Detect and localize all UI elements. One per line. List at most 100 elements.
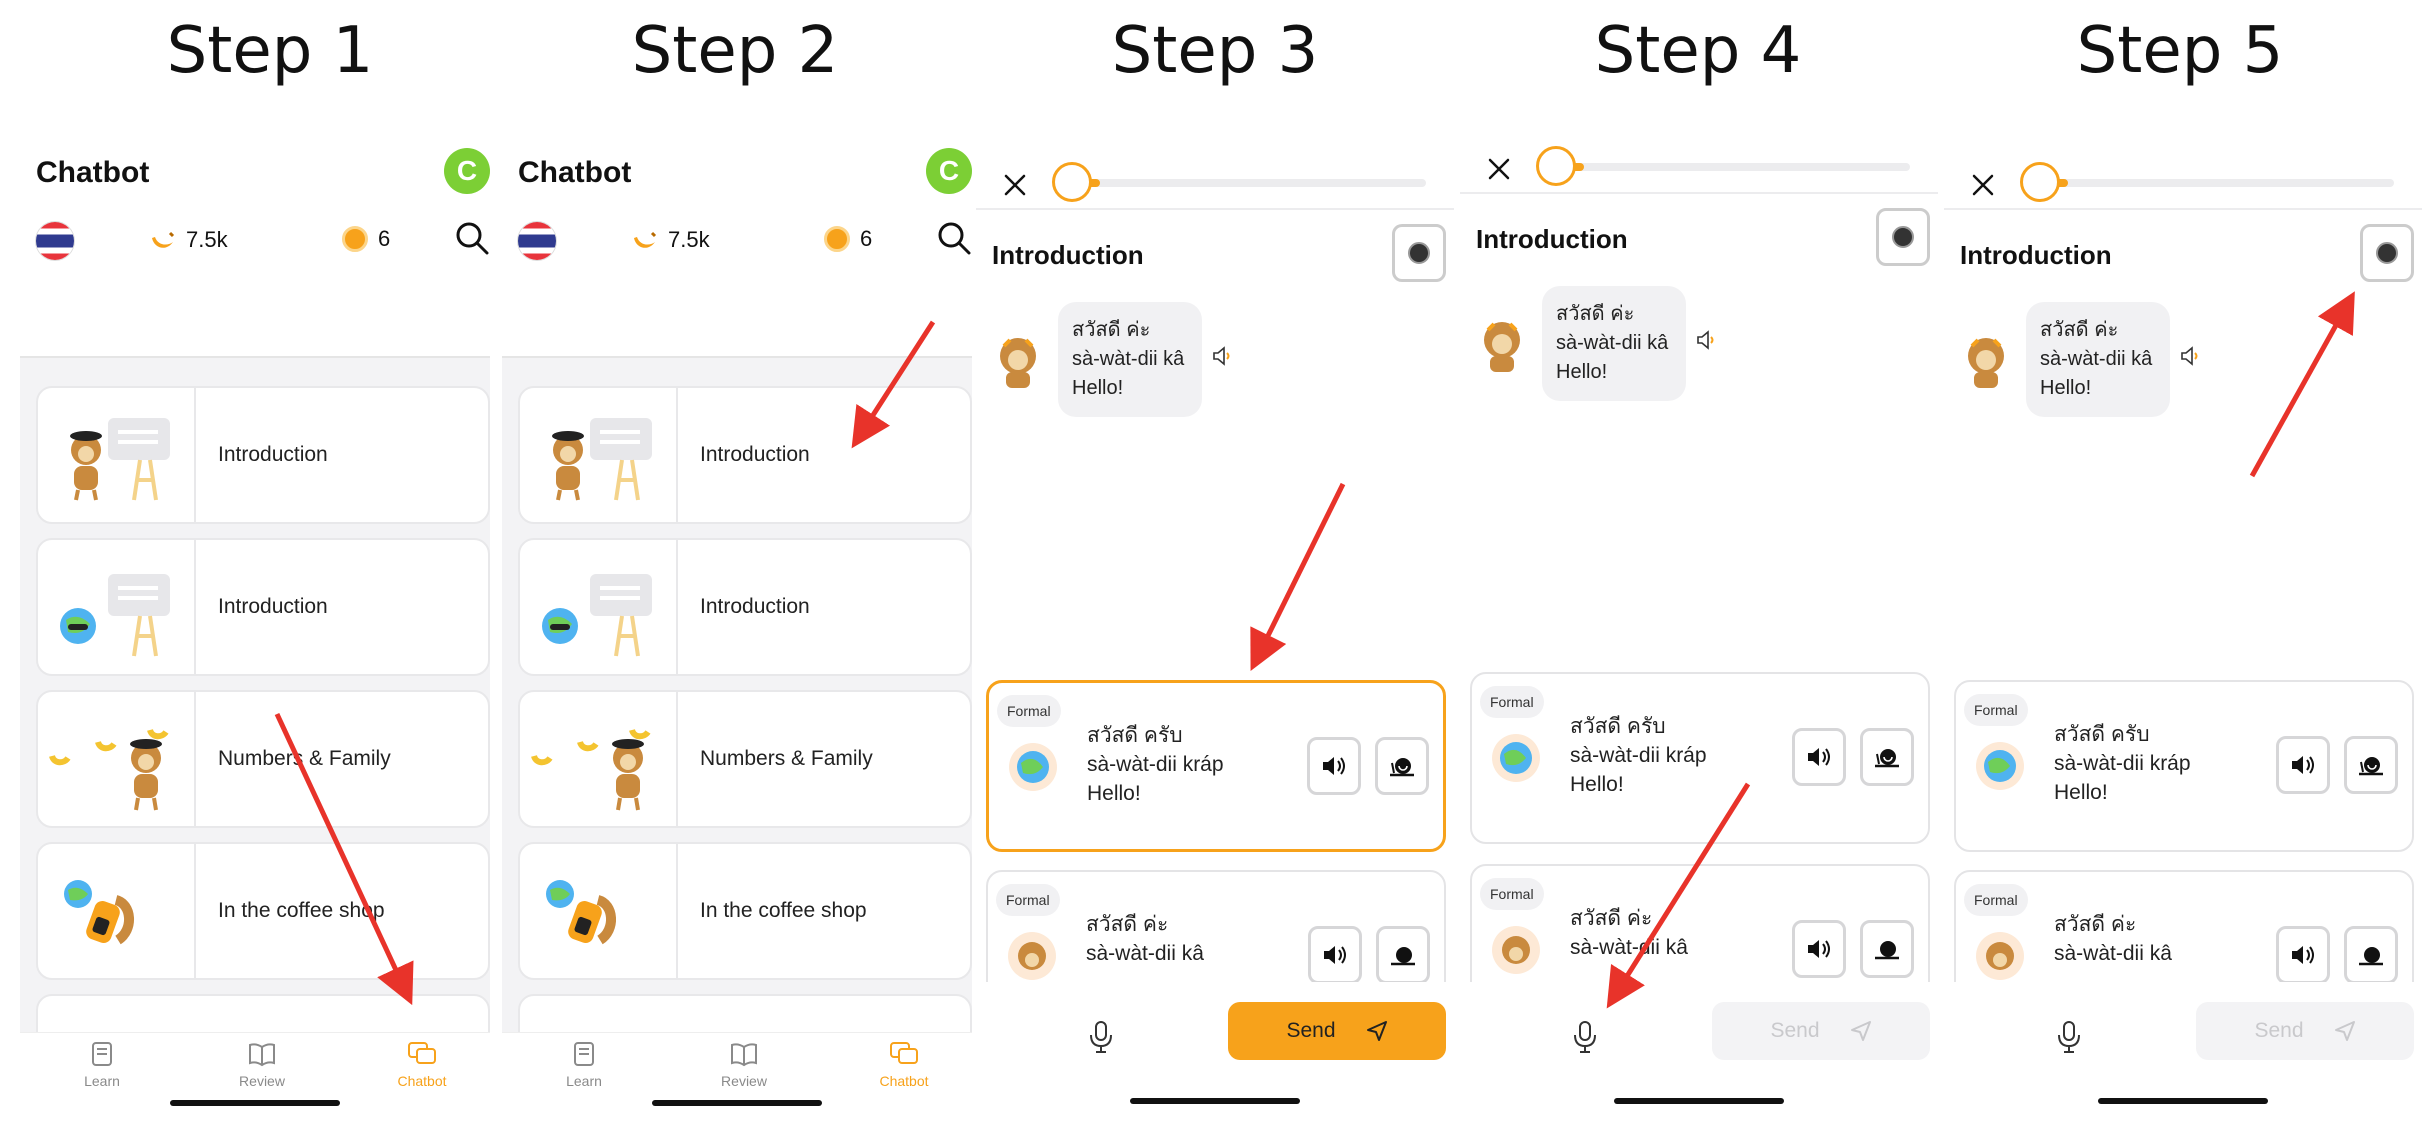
topic-card[interactable]: In the coffee shop bbox=[518, 842, 972, 980]
step-1-screen: Chatbot C 7.5k 6 Introduction Introducti… bbox=[20, 140, 490, 1122]
play-slow-button[interactable] bbox=[1860, 728, 1914, 786]
thai-flag-icon[interactable] bbox=[518, 222, 556, 260]
settings-button[interactable] bbox=[2360, 224, 2414, 282]
topic-card[interactable]: Numbers & Family bbox=[36, 690, 490, 828]
mic-icon[interactable] bbox=[2056, 1020, 2082, 1054]
reply-option[interactable]: Formal สวัสดี ครับ sà-wàt-dii kráp Hello… bbox=[1470, 672, 1930, 844]
tab-learn[interactable]: Learn bbox=[52, 1041, 152, 1089]
home-indicator bbox=[1130, 1098, 1300, 1104]
close-icon[interactable] bbox=[1004, 174, 1026, 196]
snail-icon bbox=[1390, 758, 1414, 777]
lesson-progress bbox=[1536, 146, 1910, 186]
chat-title: Introduction bbox=[1476, 224, 1628, 254]
book-icon bbox=[92, 1042, 112, 1066]
list-header: Chatbot C 7.5k 6 bbox=[502, 140, 972, 360]
reply-thai: สวัสดี ค่ะ bbox=[1570, 907, 1653, 930]
avatar[interactable]: C bbox=[926, 148, 972, 194]
snail-icon bbox=[1875, 749, 1899, 768]
topic-card[interactable]: Introduction bbox=[518, 538, 972, 676]
coin-icon bbox=[824, 226, 850, 252]
topic-card[interactable]: Introduction bbox=[518, 386, 972, 524]
topic-card-label: Introduction bbox=[700, 443, 810, 466]
tab-chatbot[interactable]: Chatbot bbox=[854, 1041, 954, 1089]
play-audio-button[interactable] bbox=[1792, 728, 1846, 786]
play-slow-button[interactable] bbox=[1376, 926, 1430, 984]
play-audio-button[interactable] bbox=[1307, 737, 1361, 795]
send-button[interactable]: Send bbox=[1228, 1002, 1446, 1060]
play-audio-button[interactable] bbox=[1308, 926, 1362, 984]
globe-teacher-illustration bbox=[38, 540, 196, 674]
avatar[interactable]: C bbox=[444, 148, 490, 194]
send-button[interactable]: Send bbox=[1712, 1002, 1930, 1060]
play-slow-button[interactable] bbox=[2344, 926, 2398, 984]
tab-review[interactable]: Review bbox=[212, 1041, 312, 1089]
settings-button[interactable] bbox=[1392, 224, 1446, 282]
reply-option[interactable]: Formal สวัสดี ครับ sà-wàt-dii kráp Hello… bbox=[986, 680, 1446, 852]
tab-bar: Learn Review Chatbot bbox=[20, 1032, 490, 1122]
monkey-bananas-illustration bbox=[38, 692, 196, 826]
search-icon[interactable] bbox=[454, 220, 490, 256]
play-audio-button[interactable] bbox=[1792, 920, 1846, 978]
reply-thai: สวัสดี ค่ะ bbox=[1086, 913, 1169, 936]
monkey-avatar bbox=[1008, 932, 1056, 980]
formality-badge: Formal bbox=[1964, 694, 2028, 726]
monkey-teacher-illustration bbox=[38, 388, 196, 522]
topic-card[interactable]: Introduction bbox=[36, 386, 490, 524]
chat-title: Introduction bbox=[992, 240, 1144, 270]
monkey-progress-icon bbox=[1052, 162, 1092, 202]
reply-english: Hello! bbox=[1570, 773, 1624, 796]
send-button-label: Send bbox=[1770, 1019, 1820, 1042]
globe-avatar bbox=[1976, 742, 2024, 790]
step-3-screen: Introduction สวัสดี ค่ะ sà-wàt-dii kâ He… bbox=[976, 140, 1454, 1122]
tutorial-canvas: Step 1 Step 2 Step 3 Step 4 Step 5 Chatb… bbox=[0, 0, 2434, 1122]
coin-count: 6 bbox=[342, 226, 390, 252]
play-audio-button[interactable] bbox=[2276, 926, 2330, 984]
play-slow-button[interactable] bbox=[2344, 736, 2398, 794]
speaker-icon[interactable] bbox=[2180, 346, 2202, 366]
search-icon[interactable] bbox=[936, 220, 972, 256]
tab-bar: Learn Review Chatbot bbox=[502, 1032, 972, 1122]
send-button[interactable]: Send bbox=[2196, 1002, 2414, 1060]
monkey-progress-icon bbox=[1536, 146, 1576, 186]
step-4-title: Step 4 bbox=[1594, 14, 1802, 88]
chat-bubbles-icon bbox=[408, 1042, 436, 1064]
play-slow-button[interactable] bbox=[1375, 737, 1429, 795]
banana-count-label: 7.5k bbox=[668, 227, 710, 252]
mic-icon[interactable] bbox=[1572, 1020, 1598, 1054]
reply-thai: สวัสดี ครับ bbox=[2054, 723, 2150, 746]
monkey-progress-icon bbox=[2020, 162, 2060, 202]
tab-learn[interactable]: Learn bbox=[534, 1041, 634, 1089]
settings-button[interactable] bbox=[1876, 208, 1930, 266]
mic-icon[interactable] bbox=[1088, 1020, 1114, 1054]
topic-card[interactable]: Numbers & Family bbox=[518, 690, 972, 828]
coin-count-label: 6 bbox=[378, 226, 391, 251]
formality-badge: Formal bbox=[1480, 686, 1544, 718]
tab-chatbot[interactable]: Chatbot bbox=[372, 1041, 472, 1089]
stats-row: 7.5k 6 bbox=[518, 222, 972, 262]
reply-roman: sà-wàt-dii kâ bbox=[1086, 942, 1204, 965]
speaker-icon[interactable] bbox=[1696, 330, 1718, 350]
reply-roman: sà-wàt-dii kráp bbox=[2054, 752, 2191, 775]
tab-review[interactable]: Review bbox=[694, 1041, 794, 1089]
topic-card-label: Numbers & Family bbox=[218, 747, 391, 770]
thai-flag-icon[interactable] bbox=[36, 222, 74, 260]
snail-icon bbox=[2359, 757, 2383, 776]
reply-thai: สวัสดี ค่ะ bbox=[2054, 913, 2137, 936]
reply-option-text: สวัสดี ครับ sà-wàt-dii kráp Hello! bbox=[2054, 720, 2191, 807]
reply-option[interactable]: Formal สวัสดี ครับ sà-wàt-dii kráp Hello… bbox=[1954, 680, 2414, 852]
reply-english: Hello! bbox=[1087, 782, 1141, 805]
speaker-icon[interactable] bbox=[1212, 346, 1234, 366]
play-audio-button[interactable] bbox=[2276, 736, 2330, 794]
topic-card[interactable]: In the coffee shop bbox=[36, 842, 490, 980]
reply-thai: สวัสดี ครับ bbox=[1570, 715, 1666, 738]
banana-count-label: 7.5k bbox=[186, 227, 228, 252]
topic-list: Introduction Introduction Numbers & Fami… bbox=[20, 358, 490, 1122]
step-4-screen: Introduction สวัสดี ค่ะ sà-wàt-dii kâ He… bbox=[1460, 140, 1938, 1122]
close-icon[interactable] bbox=[1972, 174, 1994, 196]
bot-message-english: Hello! bbox=[2040, 377, 2092, 399]
topic-card[interactable]: Introduction bbox=[36, 538, 490, 676]
page-title: Chatbot bbox=[518, 156, 632, 189]
play-slow-button[interactable] bbox=[1860, 920, 1914, 978]
coin-count-label: 6 bbox=[860, 226, 873, 251]
close-icon[interactable] bbox=[1488, 158, 1510, 180]
